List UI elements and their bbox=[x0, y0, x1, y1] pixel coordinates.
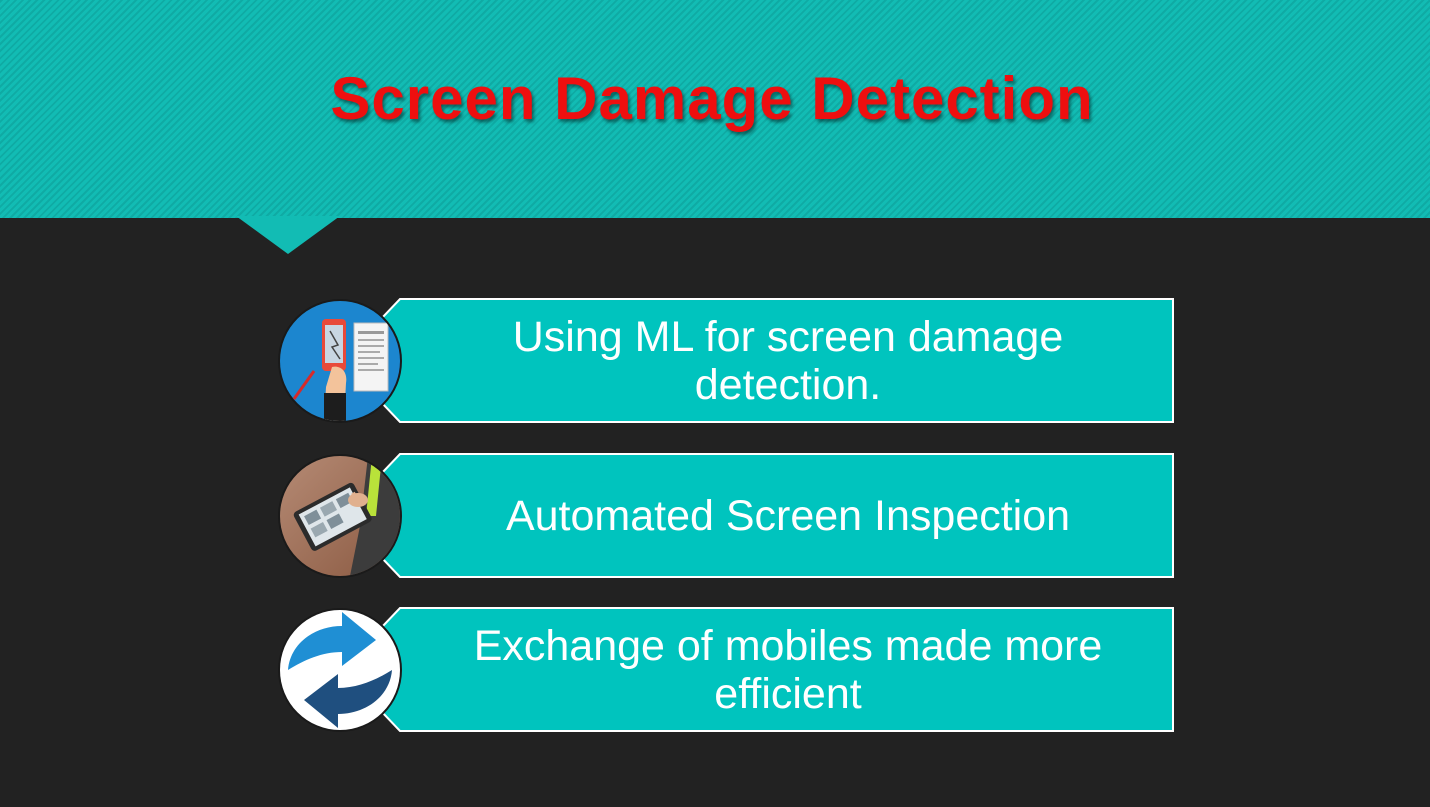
header-notch bbox=[236, 216, 340, 254]
slide-title: Screen Damage Detection bbox=[330, 65, 1094, 132]
exchange-arrows-icon bbox=[280, 610, 400, 730]
list-item: Using ML for screen damage detection. bbox=[280, 298, 1174, 423]
item-text: Exchange of mobiles made more efficient bbox=[473, 621, 1103, 718]
item-box: Automated Screen Inspection bbox=[380, 453, 1174, 578]
item-text: Using ML for screen damage detection. bbox=[512, 312, 1064, 409]
list-item: Automated Screen Inspection bbox=[280, 453, 1174, 578]
item-box: Using ML for screen damage detection. bbox=[380, 298, 1174, 423]
phone-damage-report-icon bbox=[280, 301, 400, 421]
item-box: Exchange of mobiles made more efficient bbox=[380, 607, 1174, 732]
tablet-inspection-photo-icon bbox=[280, 456, 400, 576]
list-item: Exchange of mobiles made more efficient bbox=[280, 607, 1174, 732]
item-text: Automated Screen Inspection bbox=[505, 491, 1071, 540]
